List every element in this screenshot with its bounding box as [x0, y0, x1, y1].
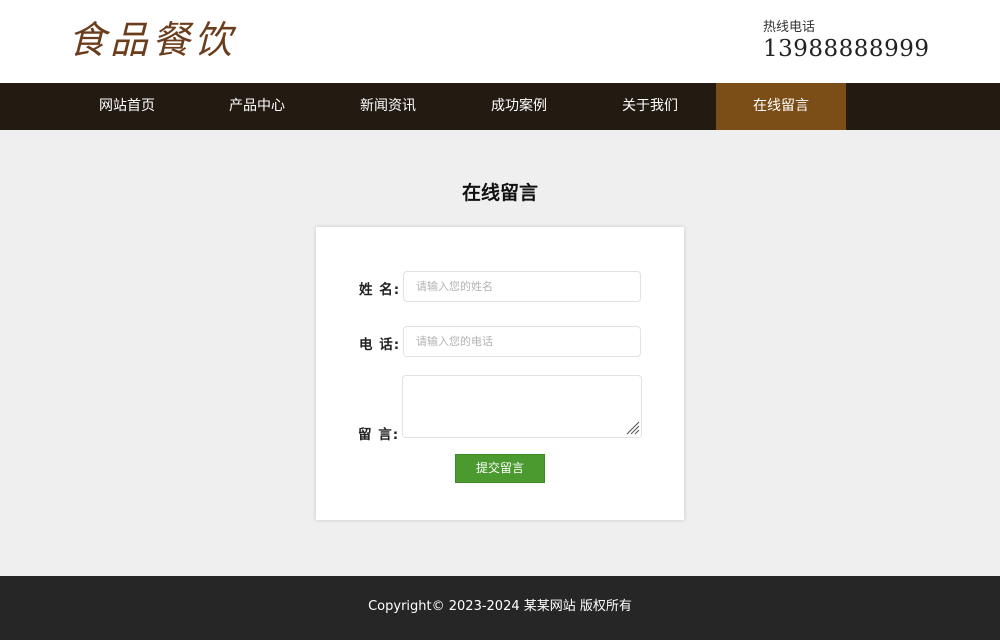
name-label: 姓 名: — [359, 282, 401, 298]
nav-item-home[interactable]: 网站首页 — [62, 83, 192, 130]
hotline-block: 热线电话 13988888999 — [763, 20, 929, 62]
page-title: 在线留言 — [461, 182, 538, 204]
nav-item-news[interactable]: 新闻资讯 — [323, 83, 453, 130]
phone-label: 电 话: — [359, 337, 401, 353]
site-header: 食品餐饮 热线电话 13988888999 — [0, 0, 1000, 83]
resize-grip-icon[interactable] — [624, 419, 640, 435]
message-form-card: 姓 名: 电 话: 留 言: 提交留言 — [316, 227, 684, 520]
hotline-number: 13988888999 — [763, 36, 930, 62]
main-nav: 网站首页 产品中心 新闻资讯 成功案例 关于我们 在线留言 — [0, 83, 1000, 130]
site-logo[interactable]: 食品餐饮 — [68, 18, 236, 62]
copyright-text: Copyright© 2023-2024 某某网站 版权所有 — [368, 599, 632, 614]
message-textarea[interactable] — [402, 375, 642, 438]
nav-item-about[interactable]: 关于我们 — [585, 83, 715, 130]
phone-input[interactable] — [403, 326, 641, 357]
message-label: 留 言: — [358, 427, 400, 443]
hotline-label: 热线电话 — [763, 20, 816, 35]
submit-button[interactable]: 提交留言 — [455, 454, 545, 483]
nav-item-message[interactable]: 在线留言 — [716, 83, 846, 130]
nav-item-cases[interactable]: 成功案例 — [454, 83, 584, 130]
site-footer: Copyright© 2023-2024 某某网站 版权所有 — [0, 576, 1000, 640]
name-input[interactable] — [403, 271, 641, 302]
nav-item-products[interactable]: 产品中心 — [192, 83, 322, 130]
